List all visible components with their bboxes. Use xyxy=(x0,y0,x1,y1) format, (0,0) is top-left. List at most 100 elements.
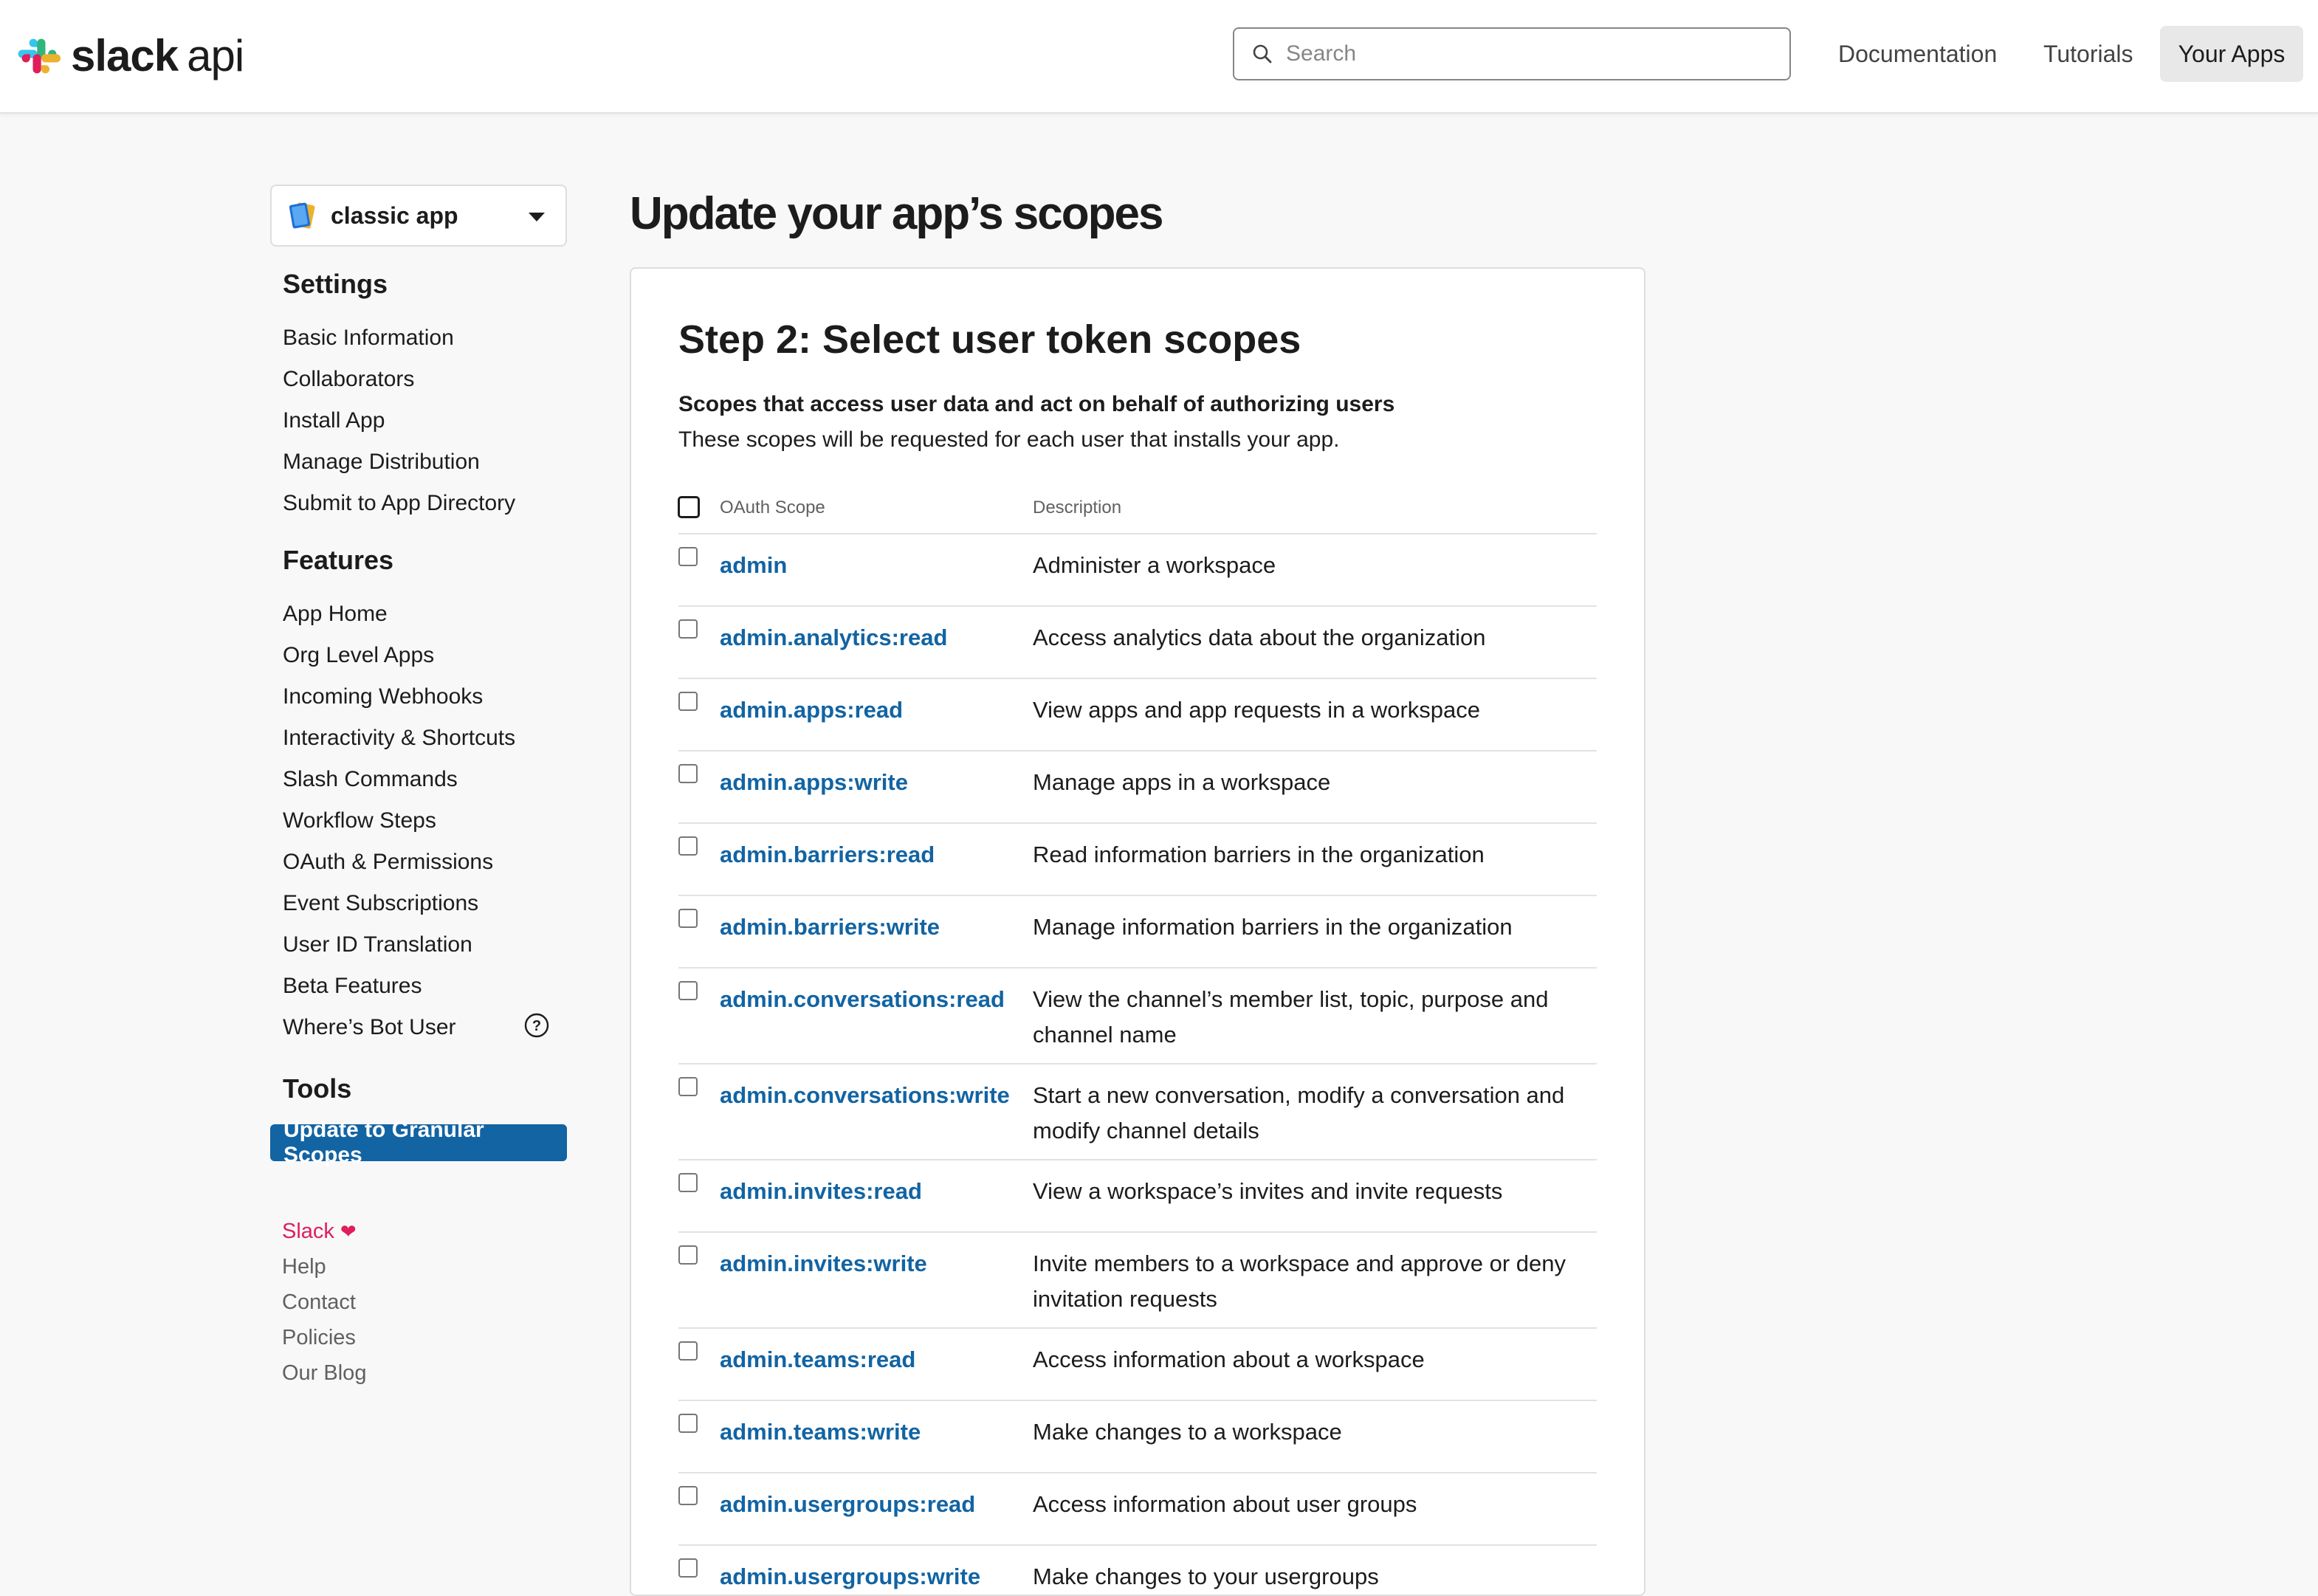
footer-help-link[interactable]: Help xyxy=(282,1252,326,1282)
scope-description: Administer a workspace xyxy=(1033,552,1276,578)
scope-name[interactable]: admin.invites:read xyxy=(720,1174,922,1209)
footer-policies-link[interactable]: Policies xyxy=(282,1323,356,1352)
features-heading: Features xyxy=(283,545,394,575)
search-box[interactable] xyxy=(1233,27,1791,80)
scope-checkbox[interactable] xyxy=(678,1558,698,1578)
scope-name[interactable]: admin.apps:write xyxy=(720,765,908,800)
scope-checkbox[interactable] xyxy=(678,981,698,1000)
app-icon xyxy=(286,199,319,232)
scope-name[interactable]: admin.usergroups:read xyxy=(720,1487,975,1522)
scope-checkbox[interactable] xyxy=(678,909,698,928)
heart-icon: ❤ xyxy=(340,1220,357,1242)
top-bar: slackapi Documentation Tutorials Your Ap… xyxy=(0,0,2318,114)
scope-checkbox[interactable] xyxy=(678,1414,698,1433)
sidebar-item-incoming-webhooks[interactable]: Incoming Webhooks xyxy=(283,682,483,712)
sidebar-item-slash-commands[interactable]: Slash Commands xyxy=(283,765,458,794)
sidebar-item-event-subscriptions[interactable]: Event Subscriptions xyxy=(283,889,478,918)
app-selector-dropdown[interactable]: classic app xyxy=(270,185,567,247)
nav-documentation[interactable]: Documentation xyxy=(1838,26,1997,82)
scope-checkbox[interactable] xyxy=(678,1486,698,1505)
row-divider xyxy=(678,678,1597,679)
scope-description: Invite members to a workspace and approv… xyxy=(1033,1251,1566,1312)
sidebar-item-manage-distribution[interactable]: Manage Distribution xyxy=(283,447,480,477)
sidebar-item-submit-to-app-directory[interactable]: Submit to App Directory xyxy=(283,489,515,518)
scope-name[interactable]: admin.barriers:write xyxy=(720,909,940,945)
scope-description: Access analytics data about the organiza… xyxy=(1033,625,1486,650)
scope-description: Access information about a workspace xyxy=(1033,1346,1425,1372)
row-divider xyxy=(678,1327,1597,1329)
scope-name[interactable]: admin.invites:write xyxy=(720,1246,927,1282)
footer-our-blog-link[interactable]: Our Blog xyxy=(282,1358,366,1388)
column-header-oauth-scope: OAuth Scope xyxy=(720,498,825,517)
sidebar-item-install-app[interactable]: Install App xyxy=(283,406,385,436)
scope-name[interactable]: admin.usergroups:write xyxy=(720,1559,980,1595)
footer-slack-label: Slack xyxy=(282,1220,334,1243)
scope-checkbox[interactable] xyxy=(678,547,698,566)
row-divider xyxy=(678,1063,1597,1064)
row-divider xyxy=(678,1472,1597,1473)
nav-tutorials[interactable]: Tutorials xyxy=(2043,26,2133,82)
select-all-checkbox[interactable] xyxy=(678,496,700,518)
help-icon[interactable]: ? xyxy=(524,1013,549,1038)
row-divider xyxy=(678,967,1597,969)
scope-description: View the channel’s member list, topic, p… xyxy=(1033,986,1549,1048)
row-divider xyxy=(678,605,1597,607)
search-icon xyxy=(1251,42,1274,66)
scope-name[interactable]: admin xyxy=(720,548,787,583)
scope-description: View apps and app requests in a workspac… xyxy=(1033,697,1481,723)
sidebar-item-workflow-steps[interactable]: Workflow Steps xyxy=(283,806,436,836)
scope-name[interactable]: admin.analytics:read xyxy=(720,620,947,656)
scope-description: Manage apps in a workspace xyxy=(1033,769,1331,795)
sidebar-item-org-level-apps[interactable]: Org Level Apps xyxy=(283,641,434,670)
slack-logo-icon xyxy=(18,35,61,78)
scope-name[interactable]: admin.teams:read xyxy=(720,1342,915,1377)
page-title: Update your app’s scopes xyxy=(630,188,1163,239)
chevron-down-icon xyxy=(529,213,545,221)
table-divider xyxy=(678,533,1597,534)
step-title: Step 2: Select user token scopes xyxy=(678,317,1301,362)
scopes-intro-heading: Scopes that access user data and act on … xyxy=(678,392,1395,416)
footer-slack-link[interactable]: Slack ❤ xyxy=(282,1217,357,1246)
sidebar-item-app-home[interactable]: App Home xyxy=(283,599,388,629)
scope-description: View a workspace’s invites and invite re… xyxy=(1033,1178,1503,1204)
scope-checkbox[interactable] xyxy=(678,1245,698,1265)
search-input[interactable] xyxy=(1284,41,1775,67)
scopes-intro-text: These scopes will be requested for each … xyxy=(678,427,1340,452)
scope-checkbox[interactable] xyxy=(678,764,698,783)
svg-text:?: ? xyxy=(532,1018,541,1034)
scope-description: Read information barriers in the organiz… xyxy=(1033,842,1485,867)
scope-name[interactable]: admin.teams:write xyxy=(720,1414,921,1450)
sidebar-item-wheres-bot-user[interactable]: Where’s Bot User xyxy=(283,1013,456,1042)
footer-contact-link[interactable]: Contact xyxy=(282,1287,356,1317)
nav-your-apps[interactable]: Your Apps xyxy=(2160,26,2303,82)
scope-description: Manage information barriers in the organ… xyxy=(1033,914,1513,940)
sidebar-item-update-to-granular-scopes[interactable]: Update to Granular Scopes xyxy=(270,1118,567,1167)
sidebar-item-user-id-translation[interactable]: User ID Translation xyxy=(283,930,472,960)
scope-name[interactable]: admin.conversations:write xyxy=(720,1078,1010,1113)
logo-wordmark: slack api xyxy=(71,31,244,80)
scope-checkbox[interactable] xyxy=(678,1341,698,1361)
scope-description: Make changes to your usergroups xyxy=(1033,1564,1379,1589)
scope-description: Make changes to a workspace xyxy=(1033,1419,1342,1445)
sidebar-item-basic-information[interactable]: Basic Information xyxy=(283,323,454,353)
row-divider xyxy=(678,1544,1597,1546)
row-divider xyxy=(678,1400,1597,1401)
scope-checkbox[interactable] xyxy=(678,836,698,856)
scope-checkbox[interactable] xyxy=(678,619,698,639)
tools-heading: Tools xyxy=(283,1073,352,1104)
scope-checkbox[interactable] xyxy=(678,692,698,711)
scope-checkbox[interactable] xyxy=(678,1077,698,1096)
sidebar-item-beta-features[interactable]: Beta Features xyxy=(283,971,422,1001)
row-divider xyxy=(678,822,1597,824)
sidebar-item-collaborators[interactable]: Collaborators xyxy=(283,365,414,394)
scope-name[interactable]: admin.barriers:read xyxy=(720,837,935,873)
slack-api-logo[interactable]: slack api xyxy=(18,32,244,80)
sidebar-item-interactivity-shortcuts[interactable]: Interactivity & Shortcuts xyxy=(283,723,515,753)
scope-description: Start a new conversation, modify a conve… xyxy=(1033,1082,1565,1143)
sidebar-item-oauth-permissions[interactable]: OAuth & Permissions xyxy=(283,847,493,877)
scope-checkbox[interactable] xyxy=(678,1173,698,1192)
scope-name[interactable]: admin.conversations:read xyxy=(720,982,1005,1017)
app-name: classic app xyxy=(331,202,458,229)
scope-name[interactable]: admin.apps:read xyxy=(720,692,903,728)
row-divider xyxy=(678,895,1597,896)
